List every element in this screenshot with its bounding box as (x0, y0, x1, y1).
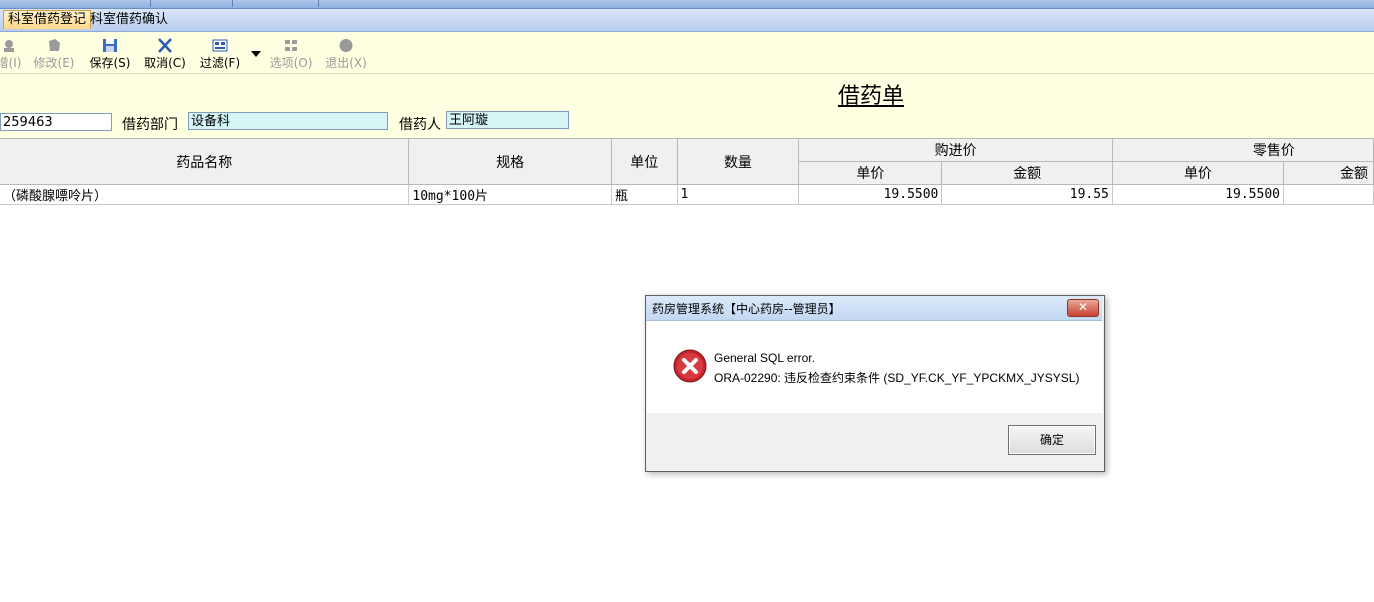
new-label: 增(I) (0, 56, 22, 70)
header-unit[interactable]: 单位 (610, 138, 678, 185)
header-spec[interactable]: 规格 (408, 138, 612, 185)
exit-button[interactable]: 退出(X) (324, 35, 368, 71)
doc-number-field[interactable]: 259463 (0, 113, 112, 131)
header-qty[interactable]: 数量 (676, 138, 800, 185)
save-label: 保存(S) (89, 56, 131, 70)
strip-separator (150, 0, 151, 7)
dialog-body: General SQL error. ORA-02290: 违反检查约束条件 (… (647, 321, 1103, 413)
cancel-button[interactable]: 取消(C) (143, 35, 187, 71)
strip-separator (318, 0, 319, 7)
dept-field[interactable]: 设备科 (188, 112, 388, 130)
person-label: 借药人 (399, 117, 441, 133)
new-button[interactable]: 增(I) (0, 35, 30, 71)
dialog-title: 药房管理系统【中心药房--管理员】 (652, 302, 841, 316)
tab-dept-loan-confirm[interactable]: 科室借药确认 (86, 11, 172, 29)
header-purchase-group: 购进价 (798, 138, 1113, 162)
cell-purchase-amount[interactable]: 19.55 (941, 184, 1113, 205)
drug-grid: 药品名称 规格 单位 数量 购进价 零售价 单价 金额 单价 金额 （磷酸腺嘌呤… (0, 138, 1374, 205)
cancel-x-icon (158, 38, 172, 53)
header-purchase-price[interactable]: 单价 (798, 161, 943, 185)
filter-dropdown-arrow-icon[interactable] (251, 51, 261, 57)
add-icon (4, 40, 14, 52)
cell-retail-amount[interactable] (1282, 184, 1374, 205)
error-dialog: 药房管理系统【中心药房--管理员】 ✕ General SQL error. O… (645, 295, 1105, 472)
dept-label: 借药部门 (122, 117, 178, 133)
edit-icon (49, 39, 60, 51)
strip-separator (232, 0, 233, 7)
save-button[interactable]: 保存(S) (88, 35, 132, 71)
modify-button[interactable]: 修改(E) (32, 35, 76, 71)
exit-icon (339, 39, 353, 52)
filter-icon (212, 39, 228, 52)
tab-bar: 科室借药登记 科室借药确认 (0, 9, 1374, 32)
dialog-close-button[interactable]: ✕ (1067, 299, 1099, 317)
dialog-titlebar[interactable]: 药房管理系统【中心药房--管理员】 ✕ (646, 296, 1102, 321)
modify-label: 修改(E) (33, 56, 75, 70)
header-retail-price[interactable]: 单价 (1111, 161, 1284, 185)
form-area: 借药单 259463 借药部门 设备科 借药人 王阿璇 (0, 74, 1374, 138)
error-message-line1: General SQL error. (714, 351, 815, 365)
ok-button[interactable]: 确定 (1008, 425, 1096, 455)
options-label: 选项(O) (269, 56, 313, 70)
header-retail-group: 零售价 (1111, 138, 1374, 162)
header-name[interactable]: 药品名称 (0, 138, 410, 185)
cell-retail-price[interactable]: 19.5500 (1111, 184, 1284, 205)
cell-purchase-price[interactable]: 19.5500 (798, 184, 943, 205)
options-icon (285, 40, 297, 51)
filter-label: 过滤(F) (199, 56, 241, 70)
table-row[interactable]: （磷酸腺嘌呤片） 10mg*100片 瓶 1 19.5500 19.55 19.… (0, 184, 1374, 205)
header-retail-amount[interactable]: 金额 (1282, 161, 1374, 185)
header-purchase-amount[interactable]: 金额 (941, 161, 1113, 185)
cell-spec[interactable]: 10mg*100片 (408, 184, 612, 205)
window-top-strip (0, 0, 1374, 9)
exit-label: 退出(X) (325, 56, 367, 70)
cell-name[interactable]: （磷酸腺嘌呤片） (0, 184, 410, 205)
error-message-line2: ORA-02290: 违反检查约束条件 (SD_YF.CK_YF_YPCKMX_… (714, 371, 1080, 385)
person-field[interactable]: 王阿璇 (446, 111, 569, 129)
filter-button[interactable]: 过滤(F) (197, 35, 243, 71)
options-button[interactable]: 选项(O) (269, 35, 313, 71)
document-title: 借药单 (838, 84, 905, 109)
save-icon (103, 39, 117, 52)
tab-dept-loan-register[interactable]: 科室借药登记 (3, 10, 92, 29)
error-icon (673, 349, 707, 383)
toolbar: 增(I) 修改(E) 保存(S) 取消(C) 过滤(F) 选项(O) 退出(X) (0, 32, 1374, 74)
cell-unit[interactable]: 瓶 (610, 184, 678, 205)
cell-qty[interactable]: 1 (676, 184, 800, 205)
cancel-label: 取消(C) (144, 56, 186, 70)
